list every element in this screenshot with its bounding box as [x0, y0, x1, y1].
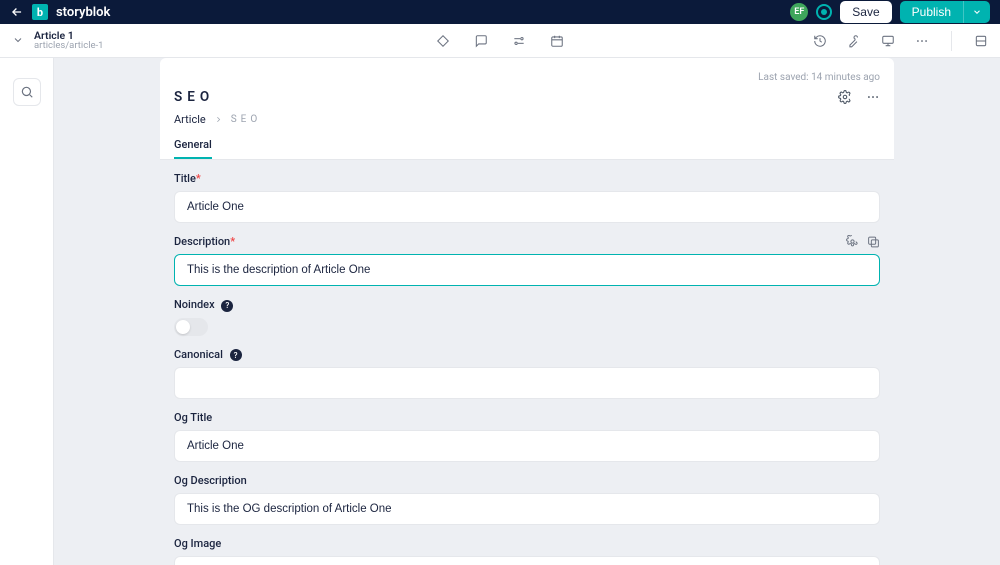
og-description-input[interactable] — [174, 493, 880, 525]
entry-title-block: Article 1 articles/article-1 — [34, 30, 104, 52]
chevron-down-icon — [12, 34, 24, 46]
chevron-right-icon — [214, 115, 223, 124]
discussions-button[interactable] — [474, 34, 488, 48]
search-icon — [20, 85, 34, 99]
help-icon[interactable]: ? — [221, 300, 233, 312]
title-input[interactable] — [174, 191, 880, 223]
entry-expand-button[interactable] — [12, 34, 24, 46]
preview-button[interactable] — [881, 34, 895, 48]
schedule-button[interactable] — [550, 34, 564, 48]
back-button[interactable] — [10, 5, 24, 19]
field-og-image: Og Image Article One ◧ article-one.jpg A… — [174, 537, 880, 565]
field-og-title: Og Title — [174, 411, 880, 462]
panel-breadcrumbs: Article SEO — [160, 113, 894, 132]
key-icon — [847, 34, 861, 48]
field-translate-button[interactable] — [867, 235, 880, 248]
left-rail — [0, 58, 54, 565]
chevron-down-icon — [972, 7, 982, 17]
field-label: Noindex ? — [174, 298, 233, 312]
history-button[interactable] — [813, 34, 827, 48]
og-image-asset-card[interactable]: Article One ◧ article-one.jpg Add descri… — [174, 556, 880, 565]
og-title-input[interactable] — [174, 430, 880, 462]
entry-path: articles/article-1 — [34, 41, 104, 51]
chat-icon — [474, 34, 488, 48]
field-label: Og Title — [174, 411, 212, 424]
tab-general[interactable]: General — [174, 132, 212, 159]
status-indicator[interactable] — [816, 4, 832, 20]
field-og-description: Og Description — [174, 474, 880, 525]
panel-more-button[interactable] — [866, 90, 880, 104]
layout-toggle-button[interactable] — [974, 34, 988, 48]
last-saved-text: Last saved: 14 minutes ago — [160, 68, 894, 83]
field-settings-button[interactable] — [846, 235, 859, 248]
config-tool-button[interactable] — [436, 34, 450, 48]
gear-icon — [846, 235, 859, 248]
translate-icon — [867, 235, 880, 248]
access-button[interactable] — [847, 34, 861, 48]
brand-name: storyblok — [56, 5, 110, 20]
monitor-icon — [881, 34, 895, 48]
field-label: Description* — [174, 235, 235, 248]
history-icon — [813, 34, 827, 48]
arrow-left-icon — [10, 5, 24, 19]
diamond-icon — [436, 34, 450, 48]
search-button[interactable] — [13, 78, 41, 106]
save-button[interactable]: Save — [840, 1, 891, 23]
field-label: Title* — [174, 172, 201, 185]
panel-settings-button[interactable] — [838, 90, 852, 104]
canonical-input[interactable] — [174, 367, 880, 399]
layout-icon — [974, 34, 988, 48]
panel-tabs: General — [160, 132, 894, 160]
gear-icon — [838, 90, 852, 104]
field-noindex: Noindex ? — [174, 298, 880, 336]
breadcrumb-root[interactable]: Article — [174, 113, 206, 126]
brand-logo-icon: b — [32, 4, 48, 20]
field-label: Og Description — [174, 474, 247, 487]
noindex-toggle[interactable] — [174, 318, 208, 336]
field-canonical: Canonical ? — [174, 348, 880, 400]
ellipsis-icon — [915, 34, 929, 48]
panel-title: SEO — [174, 89, 838, 105]
field-label: Og Image — [174, 537, 221, 550]
seo-panel: Last saved: 14 minutes ago SEO Article S… — [160, 58, 894, 565]
help-icon[interactable]: ? — [230, 349, 242, 361]
description-input[interactable] — [174, 254, 880, 286]
more-actions-button[interactable] — [915, 34, 929, 48]
breadcrumb-current: SEO — [231, 114, 262, 125]
entry-toolbar: Article 1 articles/article-1 — [0, 24, 1000, 58]
field-title: Title* — [174, 172, 880, 223]
user-avatar[interactable]: EF — [790, 3, 808, 21]
field-label: Canonical ? — [174, 348, 242, 362]
publish-button[interactable]: Publish — [900, 1, 963, 23]
calendar-icon — [550, 34, 564, 48]
publish-dropdown-button[interactable] — [963, 1, 990, 23]
field-description: Description* — [174, 235, 880, 286]
ellipsis-icon — [866, 90, 880, 104]
workflow-button[interactable] — [512, 34, 526, 48]
sliders-icon — [512, 34, 526, 48]
app-header: b storyblok EF Save Publish — [0, 0, 1000, 24]
toolbar-divider — [951, 31, 952, 51]
